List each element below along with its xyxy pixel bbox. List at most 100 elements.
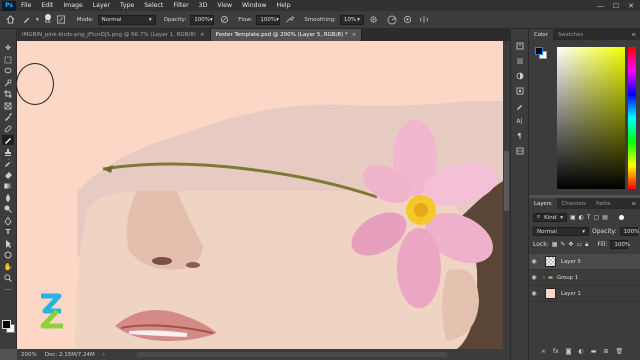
document-canvas[interactable]	[17, 41, 503, 349]
canvas-horizontal-scrollbar[interactable]	[137, 352, 447, 357]
trash-icon[interactable]: 🗑︎	[615, 348, 623, 355]
chevron-right-icon[interactable]: ›	[103, 352, 105, 358]
adjustments-panel-icon[interactable]	[514, 71, 526, 81]
tab-poster-template[interactable]: Poster Template.psd @ 200% (Layer 5, RGB…	[210, 29, 363, 41]
more-tools-icon[interactable]: ···	[2, 285, 14, 295]
tab-channels[interactable]: Channels	[557, 198, 592, 209]
chevron-down-icon[interactable]: ▾	[36, 17, 39, 23]
flow-input[interactable]: 100% ▾	[256, 14, 281, 25]
new-layer-icon[interactable]: ⊞	[603, 348, 608, 355]
zoom-tool-icon[interactable]	[2, 273, 14, 283]
lock-transparent-icon[interactable]: ▦	[552, 241, 558, 248]
adjustment-layer-icon[interactable]: ◐	[579, 348, 584, 355]
shape-tool-icon[interactable]	[2, 250, 14, 260]
layer-style-icon[interactable]: fx	[553, 348, 559, 355]
brush-tool-icon[interactable]	[2, 135, 14, 145]
maximize-button[interactable]: ☐	[613, 2, 619, 10]
eye-icon[interactable]: ◉	[529, 290, 539, 297]
blend-mode-select[interactable]: Normal ▾	[533, 227, 589, 236]
color-field[interactable]	[557, 47, 625, 189]
filter-shape-icon[interactable]: ▢	[594, 214, 600, 221]
home-icon[interactable]	[4, 14, 16, 26]
marquee-tool-icon[interactable]	[2, 55, 14, 65]
menu-edit[interactable]: Edit	[36, 2, 58, 9]
quick-select-tool-icon[interactable]	[2, 78, 14, 88]
zoom-level[interactable]: 200%	[21, 352, 37, 358]
eraser-tool-icon[interactable]	[2, 170, 14, 180]
symmetry-icon[interactable]	[418, 14, 430, 26]
scroll-thumb[interactable]	[504, 151, 509, 211]
hand-tool-icon[interactable]: ✋	[2, 262, 14, 272]
color-panel-swatches[interactable]	[535, 47, 547, 59]
gear-icon[interactable]	[368, 14, 380, 26]
menu-filter[interactable]: Filter	[168, 2, 193, 9]
add-mask-icon[interactable]: ◙	[566, 348, 572, 355]
menu-type[interactable]: Type	[115, 2, 139, 9]
panel-menu-icon[interactable]: ≡	[632, 201, 640, 207]
move-tool-icon[interactable]: ✥	[2, 43, 14, 53]
tab-paths[interactable]: Paths	[591, 198, 615, 209]
mode-select[interactable]: Normal ▾	[97, 14, 156, 25]
brush-size-picker[interactable]: 60	[44, 14, 51, 25]
filter-type-icon[interactable]: T	[587, 214, 591, 221]
character-panel-icon[interactable]: A|	[514, 116, 526, 126]
lock-position-icon[interactable]: ✥	[568, 241, 573, 248]
history-brush-tool-icon[interactable]	[2, 158, 14, 168]
menu-3d[interactable]: 3D	[194, 2, 213, 9]
pen-tool-icon[interactable]	[2, 216, 14, 226]
close-window-button[interactable]: ✕	[628, 2, 634, 10]
filter-pixel-icon[interactable]: ▣	[570, 214, 576, 221]
lock-artboard-icon[interactable]: ▭	[576, 241, 582, 248]
close-icon[interactable]: ×	[200, 32, 205, 38]
eye-icon[interactable]: ◉	[529, 274, 539, 281]
libraries-panel-icon[interactable]	[514, 86, 526, 96]
close-icon[interactable]: ×	[352, 32, 357, 38]
chevron-right-icon[interactable]: ›	[543, 275, 545, 281]
new-group-icon[interactable]: ▬	[591, 348, 597, 355]
smoothing-input[interactable]: 10% ▾	[339, 14, 364, 25]
hue-slider[interactable]	[628, 47, 636, 189]
path-selection-tool-icon[interactable]	[2, 239, 14, 249]
foreground-color-swatch[interactable]	[2, 320, 11, 329]
dodge-tool-icon[interactable]	[2, 204, 14, 214]
tab-color[interactable]: Color	[529, 29, 553, 40]
color-swatches[interactable]	[2, 320, 16, 334]
brush-angle-icon[interactable]	[386, 14, 398, 26]
brush-preset-icon[interactable]	[20, 14, 32, 26]
menu-file[interactable]: File	[16, 2, 36, 9]
paragraph-panel-icon[interactable]: ¶	[514, 131, 526, 141]
layer-opacity-input[interactable]: 100%	[619, 227, 639, 236]
pressure-size-icon[interactable]	[402, 14, 414, 26]
history-panel-icon[interactable]	[514, 41, 526, 51]
pressure-opacity-icon[interactable]	[218, 14, 230, 26]
brush-settings-panel-icon[interactable]	[55, 14, 67, 26]
tab-swatches[interactable]: Swatches	[553, 29, 588, 40]
blur-tool-icon[interactable]	[2, 193, 14, 203]
menu-view[interactable]: View	[212, 2, 237, 9]
link-layers-icon[interactable]: ∞	[541, 348, 546, 355]
type-tool-icon[interactable]: T	[2, 227, 14, 237]
eye-icon[interactable]: ◉	[529, 258, 539, 265]
layer-kind-filter[interactable]: ⌕ Kind ▾	[533, 213, 567, 222]
crop-tool-icon[interactable]	[2, 89, 14, 99]
menu-layer[interactable]: Layer	[88, 2, 115, 9]
filter-adjustment-icon[interactable]: ◐	[579, 214, 584, 221]
color-picker-handle[interactable]	[557, 49, 562, 54]
clone-stamp-tool-icon[interactable]	[2, 147, 14, 157]
lock-image-icon[interactable]: ✎	[560, 241, 565, 248]
fill-input[interactable]: 100%	[610, 240, 630, 249]
lock-all-icon[interactable]: 🔒︎	[585, 241, 588, 249]
filter-smart-icon[interactable]: ▤	[602, 214, 608, 221]
airbrush-icon[interactable]	[284, 14, 296, 26]
tab-imgbin[interactable]: IMGBIN_pink-birds-png_jFtcnDjS.png @ 66.…	[17, 29, 211, 41]
menu-window[interactable]: Window	[237, 2, 271, 9]
opacity-input[interactable]: 100% ▾	[190, 14, 215, 25]
frame-tool-icon[interactable]	[2, 101, 14, 111]
photoshop-logo[interactable]: Ps	[2, 0, 16, 11]
healing-brush-tool-icon[interactable]	[2, 124, 14, 134]
foreground-color-swatch[interactable]	[535, 47, 543, 55]
menu-image[interactable]: Image	[58, 2, 87, 9]
panel-menu-icon[interactable]: ≡	[632, 32, 640, 38]
doc-size[interactable]: Doc: 2.15M/7.24M	[45, 352, 95, 358]
layer-row-layer-5[interactable]: ◉ Layer 5	[529, 254, 640, 270]
